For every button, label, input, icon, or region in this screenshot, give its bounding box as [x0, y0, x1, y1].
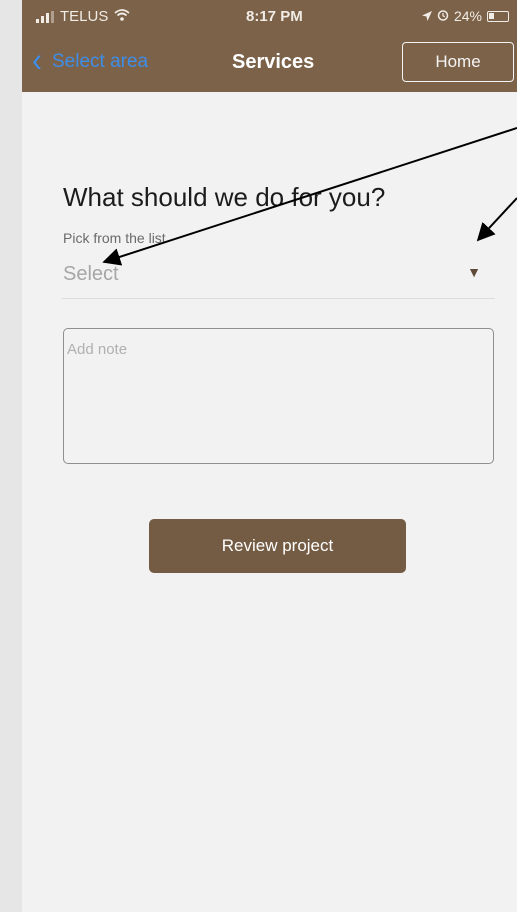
dropdown-value: Select: [63, 263, 119, 285]
alarm-icon: [437, 8, 449, 24]
note-input[interactable]: [63, 328, 494, 464]
status-time: 8:17 PM: [246, 8, 303, 25]
battery-percent: 24%: [453, 8, 482, 24]
status-left: TELUS: [36, 8, 130, 25]
signal-icon: [36, 10, 54, 23]
battery-icon: [487, 10, 509, 22]
carrier-label: TELUS: [60, 8, 109, 25]
back-button[interactable]: ‹ Select area: [32, 43, 149, 78]
location-icon: [421, 8, 432, 24]
home-button[interactable]: Home: [402, 42, 514, 82]
caret-down-icon: ▼: [467, 264, 481, 280]
pick-label: Pick from the list: [63, 230, 166, 246]
chevron-left-icon: ‹: [32, 41, 42, 80]
question-heading: What should we do for you?: [63, 182, 386, 212]
phone-screen: TELUS 8:17 PM 24% ‹ Select area Services…: [22, 0, 517, 912]
page-title: Services: [232, 51, 315, 73]
status-right: 24%: [421, 8, 509, 24]
header-bar: TELUS 8:17 PM 24% ‹ Select area Services…: [22, 0, 517, 92]
back-label: Select area: [52, 51, 149, 72]
review-project-button[interactable]: Review project: [149, 519, 406, 573]
wifi-icon: [114, 8, 130, 25]
service-dropdown[interactable]: Select ▼: [62, 254, 495, 299]
